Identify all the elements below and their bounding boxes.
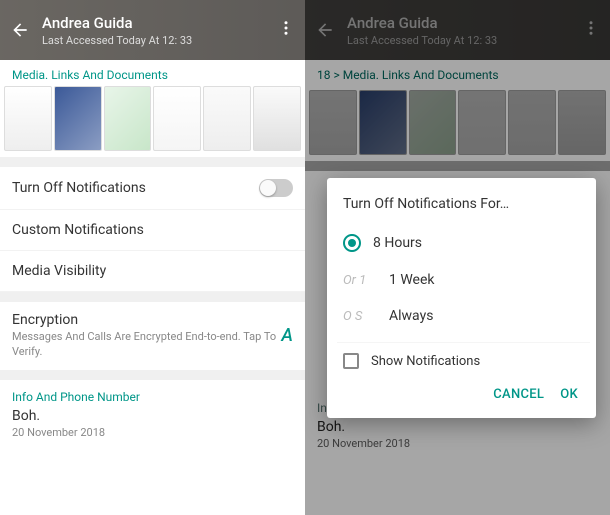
media-thumb[interactable] — [203, 86, 251, 151]
encryption-sub: Messages And Calls Are Encrypted End-to-… — [12, 330, 281, 360]
ghost-text: Or 1 — [343, 273, 377, 288]
option-label: Always — [389, 308, 433, 324]
turn-off-notifications-row[interactable]: Turn Off Notifications — [0, 167, 305, 210]
option-always[interactable]: O S Always — [337, 298, 590, 334]
custom-notifications-row[interactable]: Custom Notifications — [0, 210, 305, 251]
media-thumb[interactable] — [153, 86, 201, 151]
media-thumb[interactable] — [253, 86, 301, 151]
option-label: 8 Hours — [373, 235, 422, 251]
radio-icon[interactable] — [343, 234, 361, 252]
media-thumb[interactable] — [54, 86, 102, 151]
custom-label: Custom Notifications — [12, 222, 144, 238]
info-value: Boh. — [12, 408, 293, 424]
encryption-row[interactable]: Encryption Messages And Calls Are Encryp… — [0, 302, 305, 370]
ok-button[interactable]: OK — [556, 381, 582, 408]
media-vis-label: Media Visibility — [12, 263, 106, 279]
turn-off-label: Turn Off Notifications — [12, 180, 146, 196]
info-date: 20 November 2018 — [12, 426, 293, 439]
checkbox-icon[interactable] — [343, 353, 359, 369]
encryption-title: Encryption — [12, 312, 281, 328]
cancel-button[interactable]: CANCEL — [489, 381, 548, 408]
more-icon[interactable] — [277, 19, 295, 41]
header-left: Andrea Guida Last Accessed Today At 12: … — [0, 0, 305, 60]
info-label: Info And Phone Number — [12, 390, 293, 404]
option-label: 1 Week — [389, 272, 435, 288]
back-icon[interactable] — [10, 20, 30, 40]
media-thumb[interactable] — [104, 86, 152, 151]
checkbox-label: Show Notifications — [371, 354, 480, 369]
dialog-title: Turn Off Notifications For… — [337, 192, 590, 224]
media-visibility-row[interactable]: Media Visibility — [0, 251, 305, 292]
option-8-hours[interactable]: 8 Hours — [337, 224, 590, 262]
show-notifications-row[interactable]: Show Notifications — [337, 342, 590, 377]
info-block[interactable]: Info And Phone Number Boh. 20 November 2… — [0, 380, 305, 449]
media-thumbs[interactable] — [0, 86, 305, 157]
mute-dialog: Turn Off Notifications For… 8 Hours Or 1… — [327, 178, 596, 418]
last-seen: Last Accessed Today At 12: 33 — [42, 34, 192, 47]
media-thumb[interactable] — [4, 86, 52, 151]
lock-icon: A — [281, 325, 293, 346]
media-section-title[interactable]: Media. Links And Documents — [0, 60, 305, 86]
contact-name: Andrea Guida — [42, 14, 192, 32]
notifications-toggle[interactable] — [259, 179, 293, 197]
ghost-text: O S — [343, 309, 377, 324]
option-1-week[interactable]: Or 1 1 Week — [337, 262, 590, 298]
